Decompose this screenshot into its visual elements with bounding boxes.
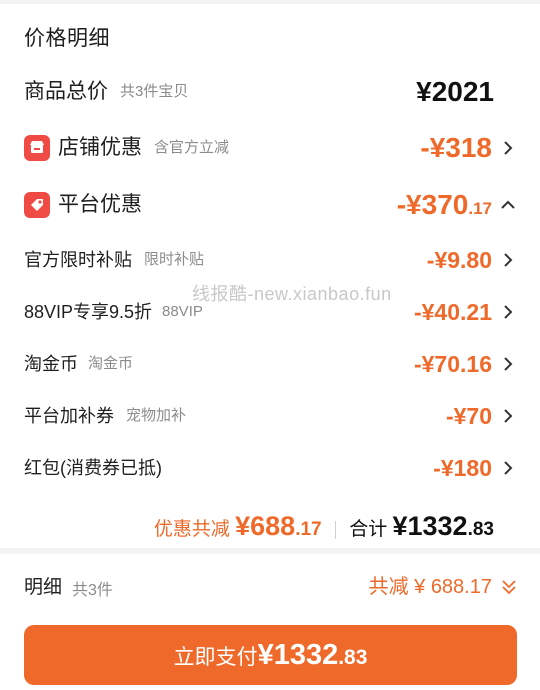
chevron-up-icon bbox=[501, 200, 515, 209]
discount-item-row[interactable]: 淘金币 淘金币 -¥70.16 bbox=[0, 344, 540, 384]
total-amount: ¥2021 bbox=[416, 76, 494, 107]
discount-item-label: 平台加补券 bbox=[24, 406, 114, 426]
discount-item-row[interactable]: 平台加补券 宠物加补 -¥70 bbox=[0, 396, 540, 436]
shop-discount-label: 店铺优惠 bbox=[58, 136, 142, 159]
pay-now-button[interactable]: 立即支付¥1332.83 bbox=[24, 625, 517, 685]
discount-item-amount: -¥40.21 bbox=[413, 299, 492, 325]
discount-item-label: 官方限时补贴 bbox=[24, 250, 132, 270]
shop-discount-sub: 含官方立减 bbox=[154, 139, 230, 156]
discount-total-dec: .17 bbox=[295, 519, 322, 540]
pay-amount-int: ¥1332 bbox=[257, 639, 339, 671]
bottom-bar: 明细 共3件 共减 ¥ 688.17 立即支付¥1332.83 bbox=[0, 554, 540, 690]
pay-amount-dec: .83 bbox=[338, 646, 368, 669]
page-title: 价格明细 bbox=[24, 27, 110, 50]
watermark: 线报酷-new.xianbao.fun bbox=[192, 284, 392, 304]
pay-label: 立即支付 bbox=[173, 646, 258, 669]
total-row: 商品总价 共3件宝贝 ¥2021 bbox=[0, 72, 540, 112]
discount-item-label: 88VIP专享9.5折 bbox=[24, 302, 153, 322]
chevron-right-icon bbox=[504, 357, 513, 371]
discount-item-label: 淘金币 bbox=[24, 354, 78, 374]
discount-item-sub: 淘金币 bbox=[88, 355, 134, 372]
grand-total-label: 合计 bbox=[349, 519, 388, 540]
grand-total-int: ¥1332 bbox=[392, 511, 468, 541]
price-summary: 优惠共减 ¥688.17 合计 ¥1332.83 bbox=[154, 504, 494, 548]
chevron-right-icon bbox=[504, 461, 513, 475]
chevron-right-icon bbox=[504, 141, 513, 155]
platform-discount-label: 平台优惠 bbox=[58, 193, 142, 216]
discount-total-label: 优惠共减 bbox=[153, 519, 230, 540]
discount-item-row[interactable]: 官方限时补贴 限时补贴 -¥9.80 bbox=[0, 240, 540, 280]
discount-item-amount: -¥70.16 bbox=[413, 351, 492, 377]
shop-icon bbox=[24, 135, 50, 161]
platform-discount-row[interactable]: 平台优惠 -¥370.17 bbox=[0, 185, 540, 225]
discount-item-amount: -¥9.80 bbox=[426, 247, 492, 273]
discount-item-label: 红包(消费券已抵) bbox=[24, 458, 162, 478]
price-detail-card: 价格明细 商品总价 共3件宝贝 ¥2021 店铺优惠 含官方立减 -¥318 平… bbox=[0, 4, 540, 548]
discount-item-row[interactable]: 红包(消费券已抵) -¥180 bbox=[0, 448, 540, 488]
shop-discount-row[interactable]: 店铺优惠 含官方立减 -¥318 bbox=[0, 128, 540, 168]
detail-discount[interactable]: 共减 ¥ 688.17 bbox=[369, 570, 492, 599]
chevron-right-icon bbox=[504, 409, 513, 423]
detail-label[interactable]: 明细 bbox=[24, 572, 62, 599]
tag-icon bbox=[24, 192, 50, 218]
grand-total-dec: .83 bbox=[467, 519, 494, 540]
shop-discount-amount: -¥318 bbox=[420, 132, 492, 163]
double-chevron-down-icon[interactable] bbox=[500, 578, 518, 596]
platform-discount-amount: -¥370.17 bbox=[396, 189, 492, 220]
discount-item-sub: 宠物加补 bbox=[126, 407, 187, 424]
divider bbox=[334, 520, 336, 539]
chevron-right-icon bbox=[504, 253, 513, 267]
discount-total-int: ¥688 bbox=[235, 511, 296, 541]
discount-item-amount: -¥70 bbox=[445, 403, 492, 429]
detail-sub: 共3件 bbox=[72, 582, 113, 599]
chevron-right-icon bbox=[504, 305, 513, 319]
discount-item-amount: -¥180 bbox=[433, 455, 492, 481]
discount-item-sub: 限时补贴 bbox=[144, 251, 205, 268]
total-sub: 共3件宝贝 bbox=[120, 83, 189, 100]
total-label: 商品总价 bbox=[24, 80, 108, 103]
